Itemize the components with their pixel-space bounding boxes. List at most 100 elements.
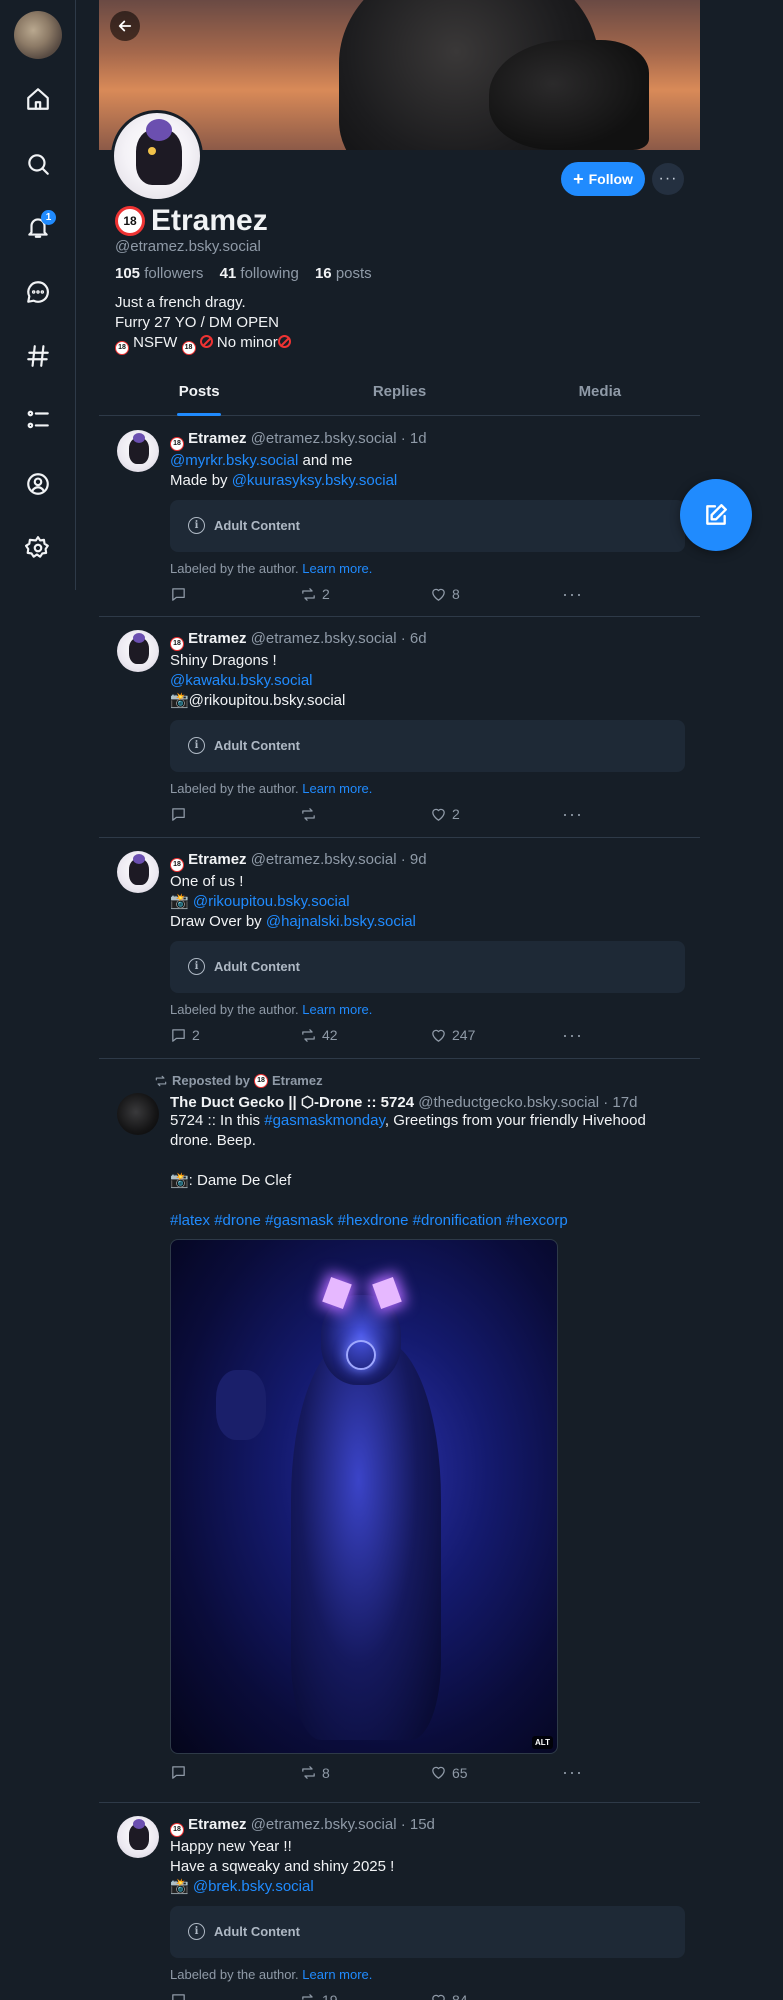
follow-label: Follow (588, 171, 633, 187)
age-18-icon: 18 (170, 857, 184, 872)
author-avatar[interactable] (117, 630, 159, 672)
profile-icon[interactable] (18, 464, 58, 504)
mention-link[interactable]: @brek.bsky.social (193, 1878, 314, 1895)
repost-button[interactable]: 19 (300, 1992, 338, 2000)
reply-button[interactable] (170, 806, 192, 823)
post-more-button[interactable]: ··· (562, 804, 583, 825)
author-avatar[interactable] (117, 851, 159, 893)
arrow-left-icon (118, 20, 132, 32)
mention-link[interactable]: @hajnalski.bsky.social (266, 913, 416, 930)
repost-button[interactable]: 8 (300, 1764, 330, 1781)
back-button[interactable] (110, 11, 140, 41)
post-more-button[interactable]: ··· (562, 1025, 583, 1046)
adult-content-warning[interactable]: i Adult Content (170, 719, 685, 772)
post-text: 5724 :: In this #gasmaskmonday, Greeting… (170, 1112, 646, 1129)
author-avatar[interactable] (117, 1816, 159, 1858)
adult-content-warning[interactable]: i Adult Content (170, 940, 685, 993)
post-image[interactable]: ALT (170, 1239, 558, 1754)
feed-post[interactable]: 18 Etramez @etramez.bsky.social · 15d Ha… (99, 1803, 700, 2000)
post-more-button[interactable]: ··· (562, 1990, 583, 2000)
profile-stats: 105 followers 41 following 16 posts (115, 265, 384, 282)
label-notice: Labeled by the author. Learn more. (170, 1966, 373, 1982)
author-name[interactable]: Etramez (188, 630, 246, 647)
author-handle[interactable]: @etramez.bsky.social (251, 851, 397, 868)
adult-content-warning[interactable]: i Adult Content (170, 499, 685, 552)
author-name[interactable]: Etramez (188, 851, 246, 868)
feed-post[interactable]: Reposted by 18 Etramez The Duct Gecko ||… (99, 1059, 700, 1803)
compose-button[interactable] (680, 479, 752, 551)
author-avatar[interactable] (117, 1093, 159, 1135)
learn-more-link[interactable]: Learn more. (302, 1002, 372, 1017)
mention-link[interactable]: @rikoupitou.bsky.social (193, 893, 350, 910)
post-time[interactable]: · 1d (401, 430, 427, 447)
no-entry-icon (199, 335, 213, 348)
chat-icon[interactable] (18, 272, 58, 312)
author-handle[interactable]: @etramez.bsky.social (251, 1816, 397, 1833)
author-name[interactable]: Etramez (188, 430, 246, 447)
list-icon[interactable] (18, 400, 58, 440)
author-handle[interactable]: @theductgecko.bsky.social (418, 1094, 599, 1111)
info-icon: i (188, 958, 205, 975)
followers-stat[interactable]: 105 followers (115, 265, 209, 282)
like-button[interactable]: 84 (430, 1992, 468, 2000)
repost-button[interactable]: 2 (300, 586, 330, 603)
post-more-button[interactable]: ··· (562, 1762, 583, 1783)
repost-button[interactable]: 42 (300, 1027, 338, 1044)
bell-icon[interactable]: 1 (18, 207, 58, 247)
repost-button[interactable] (300, 806, 322, 823)
like-button[interactable]: 247 (430, 1027, 475, 1044)
gear-icon[interactable] (18, 528, 58, 568)
post-time[interactable]: · 6d (401, 630, 427, 647)
reply-button[interactable]: 2 (170, 1027, 200, 1044)
reply-button[interactable] (170, 1992, 192, 2000)
hashtag-links[interactable]: #latex #drone #gasmask #hexdrone #dronif… (170, 1211, 685, 1231)
hashtag-icon[interactable] (18, 336, 58, 376)
mention-link[interactable]: @kawaku.bsky.social (170, 671, 685, 691)
post-time[interactable]: · 15d (401, 1816, 435, 1833)
author-name[interactable]: Etramez (188, 1816, 246, 1833)
hashtag-link[interactable]: #gasmaskmonday (264, 1112, 385, 1129)
like-button[interactable]: 2 (430, 806, 460, 823)
post-time[interactable]: · 17d (603, 1094, 637, 1111)
feed-post[interactable]: 18 Etramez @etramez.bsky.social · 9d One… (99, 838, 700, 1059)
alt-badge[interactable]: ALT (532, 1736, 553, 1749)
post-actions: 2 42 247 ··· (170, 1025, 685, 1047)
repost-indicator[interactable]: Reposted by 18 Etramez (154, 1073, 323, 1088)
adult-content-warning[interactable]: i Adult Content (170, 1905, 685, 1958)
post-time[interactable]: · 9d (401, 851, 427, 868)
reply-button[interactable] (170, 1764, 192, 1781)
home-icon[interactable] (18, 79, 58, 119)
search-icon[interactable] (18, 144, 58, 184)
feed-post[interactable]: 18 Etramez @etramez.bsky.social · 6d Shi… (99, 617, 700, 838)
learn-more-link[interactable]: Learn more. (302, 1967, 372, 1982)
author-handle[interactable]: @etramez.bsky.social (251, 430, 397, 447)
user-avatar[interactable] (14, 11, 62, 59)
feed-post[interactable]: 18 Etramez @etramez.bsky.social · 1d @my… (99, 417, 700, 617)
posts-stat: 16 posts (314, 265, 372, 282)
tab-replies[interactable]: Replies (299, 370, 499, 415)
age-18-icon: 18 (170, 636, 184, 651)
follow-button[interactable]: + Follow (561, 162, 645, 196)
reply-icon (172, 807, 185, 821)
author-avatar[interactable] (117, 430, 159, 472)
post-meta: 18 Etramez @etramez.bsky.social · 15d (170, 1816, 685, 1837)
tab-media[interactable]: Media (500, 370, 700, 415)
mention-link[interactable]: @myrkr.bsky.social (170, 452, 298, 469)
profile-avatar[interactable] (111, 110, 203, 202)
like-button[interactable]: 65 (430, 1764, 468, 1781)
post-actions: 2 8 ··· (170, 584, 685, 606)
author-name[interactable]: The Duct Gecko || ⬡-Drone :: 5724 (170, 1094, 414, 1111)
following-stat[interactable]: 41 following (220, 265, 305, 282)
mention-link[interactable]: @kuurasyksy.bsky.social (232, 472, 398, 489)
more-options-button[interactable]: ··· (652, 163, 684, 195)
learn-more-link[interactable]: Learn more. (302, 781, 372, 796)
post-meta: 18 Etramez @etramez.bsky.social · 1d (170, 430, 685, 451)
label-notice: Labeled by the author. Learn more. (170, 780, 373, 796)
post-more-button[interactable]: ··· (562, 584, 583, 605)
post-text: Have a sqweaky and shiny 2025 ! (170, 1857, 395, 1875)
like-button[interactable]: 8 (430, 586, 460, 603)
author-handle[interactable]: @etramez.bsky.social (251, 630, 397, 647)
learn-more-link[interactable]: Learn more. (302, 561, 372, 576)
reply-button[interactable] (170, 586, 192, 603)
tab-posts[interactable]: Posts (99, 370, 299, 416)
